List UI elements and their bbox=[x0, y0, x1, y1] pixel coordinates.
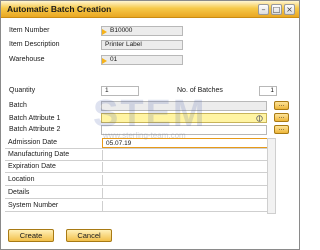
grid-row-location[interactable]: Location bbox=[5, 175, 267, 186]
quantity-input[interactable]: 1 bbox=[101, 86, 139, 96]
grid-label: Expiration Date bbox=[8, 163, 56, 170]
batch-attribute-1-input[interactable] bbox=[101, 113, 267, 123]
quantity-label: Quantity bbox=[9, 87, 36, 94]
batch-label: Batch bbox=[9, 102, 27, 109]
maximize-icon[interactable]: □ bbox=[271, 4, 282, 15]
item-description-value: Printer Label bbox=[105, 41, 142, 48]
item-description-label: Item Description bbox=[9, 41, 60, 48]
quantity-value: 1 bbox=[105, 87, 109, 94]
grid-label: Manufacturing Date bbox=[8, 151, 70, 158]
close-icon[interactable]: × bbox=[284, 4, 295, 15]
warehouse-field[interactable]: 01 bbox=[101, 55, 183, 65]
create-button[interactable]: Create bbox=[8, 229, 54, 242]
edit-cursor-icon bbox=[256, 115, 263, 122]
item-number-value: B10000 bbox=[110, 27, 133, 34]
grid-label: Location bbox=[8, 176, 35, 183]
ellipsis-icon: ... bbox=[278, 113, 285, 120]
window-title: Automatic Batch Creation bbox=[7, 4, 112, 14]
batch-attribute-1-label: Batch Attribute 1 bbox=[9, 115, 61, 122]
restore-icon[interactable]: – bbox=[258, 4, 269, 15]
admission-date-value[interactable]: 05.07.19 bbox=[102, 138, 269, 148]
link-arrow-icon[interactable] bbox=[102, 58, 107, 64]
no-of-batches-label: No. of Batches bbox=[177, 87, 223, 94]
no-of-batches-value: 1 bbox=[270, 87, 274, 94]
batch-creation-window: Automatic Batch Creation – □ × Item Numb… bbox=[0, 0, 300, 250]
grid-row-manufacturing-date[interactable]: Manufacturing Date bbox=[5, 150, 267, 161]
batch-attribute-2-ellipsis-button[interactable]: ... bbox=[274, 125, 289, 134]
batch-attribute-2-label: Batch Attribute 2 bbox=[9, 126, 61, 133]
grid-row-expiration-date[interactable]: Expiration Date bbox=[5, 162, 267, 173]
grid-row-admission-date[interactable]: Admission Date 05.07.19 bbox=[5, 138, 269, 149]
location-value[interactable] bbox=[102, 175, 269, 185]
grid-row-system-number[interactable]: System Number bbox=[5, 201, 267, 212]
link-arrow-icon[interactable] bbox=[102, 29, 107, 35]
no-of-batches-input[interactable]: 1 bbox=[259, 86, 277, 96]
batch-ellipsis-button[interactable]: ... bbox=[274, 101, 289, 110]
manufacturing-date-value[interactable] bbox=[102, 150, 269, 160]
batch-attribute-2-input[interactable] bbox=[101, 125, 267, 135]
batch-field[interactable] bbox=[101, 101, 267, 111]
grid-row-details[interactable]: Details bbox=[5, 188, 267, 199]
item-number-label: Item Number bbox=[9, 27, 50, 34]
system-number-value bbox=[102, 201, 269, 211]
grid-label: System Number bbox=[8, 202, 59, 209]
item-description-field: Printer Label bbox=[101, 40, 183, 50]
item-number-field[interactable]: B10000 bbox=[101, 26, 183, 36]
details-value[interactable] bbox=[102, 188, 269, 198]
warehouse-value: 01 bbox=[110, 56, 118, 63]
warehouse-label: Warehouse bbox=[9, 56, 45, 63]
expiration-date-value[interactable] bbox=[102, 162, 269, 172]
ellipsis-icon: ... bbox=[278, 125, 285, 132]
batch-attribute-1-ellipsis-button[interactable]: ... bbox=[274, 113, 289, 122]
titlebar: Automatic Batch Creation – □ × bbox=[1, 1, 299, 18]
grid-label: Admission Date bbox=[8, 139, 58, 146]
ellipsis-icon: ... bbox=[278, 101, 285, 108]
cancel-button[interactable]: Cancel bbox=[66, 229, 112, 242]
details-scrollbar[interactable] bbox=[267, 138, 276, 214]
grid-label: Details bbox=[8, 189, 30, 196]
